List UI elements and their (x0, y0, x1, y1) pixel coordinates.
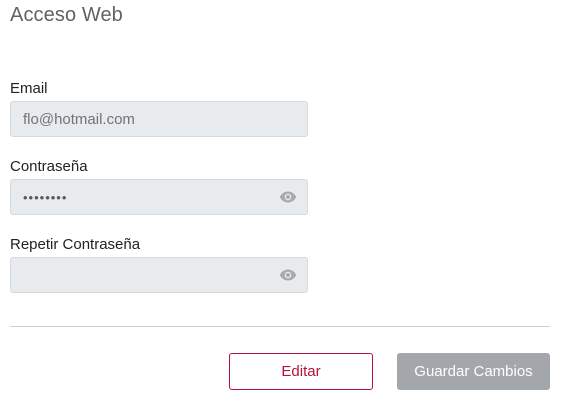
repeat-password-label: Repetir Contraseña (10, 236, 141, 253)
page-title: Acceso Web (10, 4, 123, 26)
password-field-container (10, 179, 308, 215)
web-access-panel: Acceso Web Email Contraseña Repetir Cont… (0, 0, 565, 406)
password-field[interactable] (11, 180, 271, 214)
edit-button[interactable]: Editar (229, 353, 373, 390)
password-label: Contraseña (10, 158, 88, 175)
email-field-container (10, 101, 308, 137)
repeat-password-field[interactable] (11, 258, 271, 292)
email-label: Email (10, 80, 48, 97)
repeat-password-field-container (10, 257, 308, 293)
eye-icon[interactable] (279, 190, 297, 204)
email-field[interactable] (11, 102, 271, 136)
divider (10, 326, 550, 327)
eye-icon[interactable] (279, 268, 297, 282)
save-changes-button[interactable]: Guardar Cambios (397, 353, 550, 390)
